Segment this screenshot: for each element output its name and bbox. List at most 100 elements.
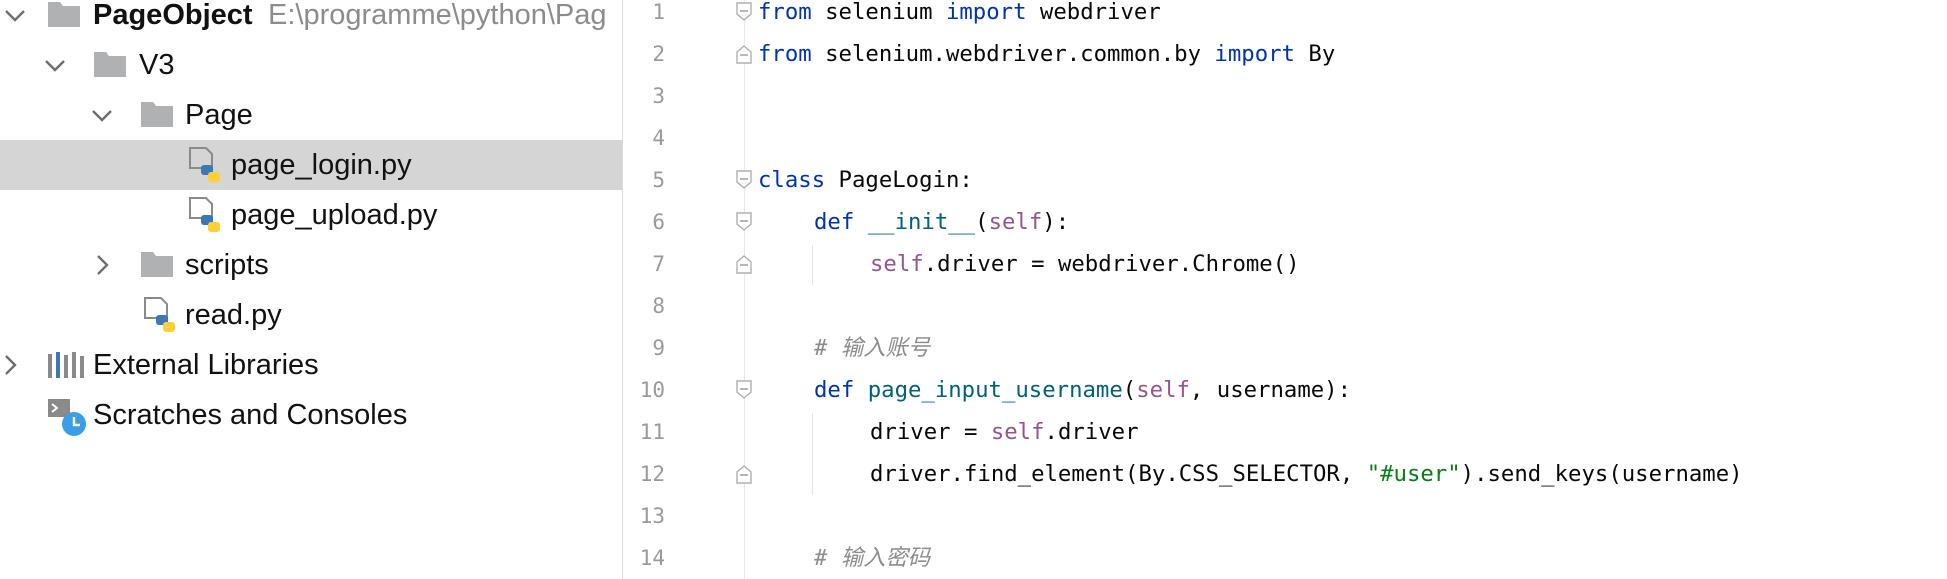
fold-start-icon[interactable] [735,212,753,232]
tree-item-page-login[interactable]: page_login.py [0,140,622,190]
indent-guide [812,245,813,285]
self-param: self [1136,377,1190,403]
line-number: 4 [652,126,665,150]
code-line-10[interactable]: def page_input_username(self, username): [814,369,1351,411]
python-file-icon [189,197,220,232]
line-number: 1 [652,0,665,24]
code-line-2[interactable]: from selenium.webdriver.common.by import… [758,33,1335,75]
line-number: 3 [652,84,665,108]
code-text: webdriver [1026,0,1161,25]
code-text: .driver = webdriver.Chrome() [923,251,1300,277]
code-text: ): [1042,209,1070,235]
keyword: from [758,41,812,67]
code-text: By [1294,41,1336,67]
line-number: 8 [652,294,665,318]
chevron-down-icon[interactable] [42,52,68,78]
code-text: ( [1122,377,1137,403]
tree-item-label: scripts [185,249,269,281]
library-icon [48,352,84,378]
folder-icon [48,2,80,27]
code-text: driver = [870,419,991,445]
tree-item-project[interactable]: PageObject E:\programme\python\Pag [0,0,622,40]
code-text: ( [975,209,989,235]
self-param: self [988,209,1043,235]
python-file-icon [144,297,175,332]
code-line-5[interactable]: class PageLogin: [758,159,973,201]
folder-icon [141,102,173,127]
line-number: 10 [639,378,665,402]
project-tree: PageObject E:\programme\python\Pag V3 Pa… [0,0,622,579]
code-line-12[interactable]: driver.find_element(By.CSS_SELECTOR, "#u… [870,453,1743,495]
fold-start-icon[interactable] [735,2,753,22]
code-text: PageLogin: [825,167,973,193]
keyword: from [758,0,812,25]
tree-item-label: read.py [185,299,282,331]
tree-item-page-upload[interactable]: page_upload.py [0,190,622,240]
chevron-down-icon[interactable] [2,2,28,28]
tree-item-scratches[interactable]: Scratches and Consoles [0,390,622,440]
function-name: __init__ [867,209,976,235]
gutter-separator [744,0,745,579]
chevron-right-icon[interactable] [89,252,115,278]
fold-end-icon[interactable] [735,464,753,484]
line-number: 6 [652,210,665,234]
keyword: def [814,377,855,403]
string-literal: "#user" [1366,461,1461,487]
code-line-6[interactable]: def __init__(self): [814,201,1069,243]
chevron-down-icon[interactable] [89,102,115,128]
line-number: 13 [639,504,665,528]
code-text: selenium [811,0,946,25]
code-line-1[interactable]: from selenium import webdriver [758,0,1161,33]
tree-item-label: page_upload.py [231,199,438,231]
keyword: def [814,209,855,235]
tree-item-label: V3 [139,49,175,81]
line-number: 14 [639,546,665,570]
code-line-7[interactable]: self.driver = webdriver.Chrome() [870,243,1300,285]
line-number: 12 [639,462,665,486]
keyword: class [758,167,826,193]
code-line-11[interactable]: driver = self.driver [870,411,1139,453]
tree-item-label: Page [185,99,253,131]
chevron-right-icon[interactable] [0,352,23,378]
fold-start-icon[interactable] [735,170,753,190]
line-number: 9 [652,336,665,360]
tree-item-external-libraries[interactable]: External Libraries [0,340,622,390]
line-number: 7 [652,252,665,276]
self-param: self [870,251,924,277]
line-number: 5 [652,168,665,192]
comment: # 输入密码 [814,545,931,571]
tree-item-label: Scratches and Consoles [93,399,408,431]
project-path: E:\programme\python\Pag [268,0,607,31]
tree-item-scripts[interactable]: scripts [0,240,622,290]
folder-icon [141,252,173,277]
indent-guide [812,413,813,495]
code-line-14[interactable]: # 输入密码 [814,537,930,579]
project-name: PageObject [93,0,253,31]
folder-icon [94,52,126,77]
line-number: 2 [652,42,665,66]
tree-item-page[interactable]: Page [0,90,622,140]
fold-end-icon[interactable] [735,44,753,64]
fold-end-icon[interactable] [735,254,753,274]
comment: # 输入账号 [814,335,931,361]
fold-start-icon[interactable] [735,380,753,400]
tree-item-label: External Libraries [93,349,319,381]
python-file-icon [189,147,220,182]
code-text: driver.find_element(By.CSS_SELECTOR, [870,461,1367,487]
tree-item-read[interactable]: read.py [0,290,622,340]
scratches-icon [48,399,86,436]
self-param: self [990,419,1045,445]
tree-item-label: page_login.py [231,149,412,181]
code-text: selenium.webdriver.common.by [811,41,1215,67]
tree-item-v3[interactable]: V3 [0,40,622,90]
code-text: , username): [1189,377,1352,403]
keyword: import [945,0,1027,25]
code-text: .driver [1044,419,1139,445]
function-name: page_input_username [867,377,1123,403]
code-line-9[interactable]: # 输入账号 [814,327,930,369]
code-text: ).send_keys(username) [1460,461,1743,487]
keyword: import [1214,41,1295,67]
line-number: 11 [639,420,665,444]
